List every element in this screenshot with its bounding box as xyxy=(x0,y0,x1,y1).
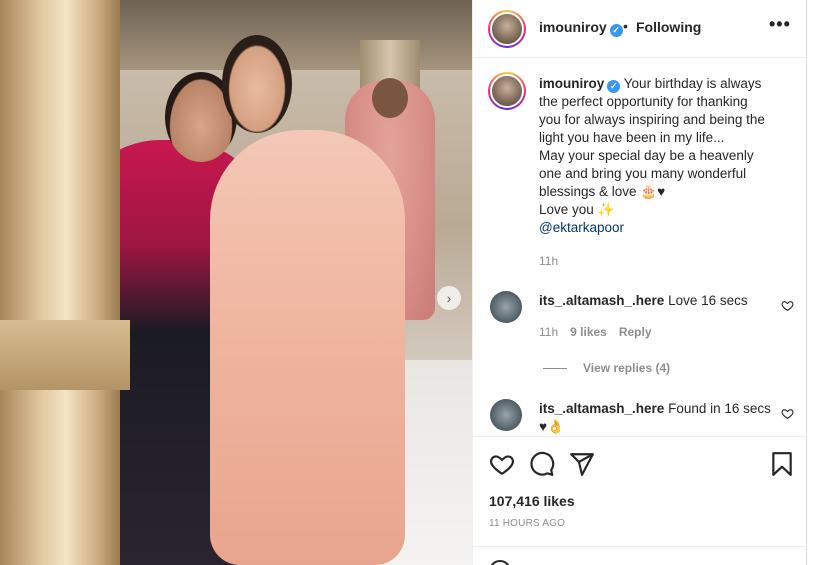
avatar[interactable] xyxy=(488,10,526,48)
photo-person-right-head xyxy=(222,35,292,133)
post-timestamp[interactable]: 11 HOURS AGO xyxy=(489,518,565,529)
comment-like-heart-icon[interactable] xyxy=(781,407,794,420)
comment-avatar[interactable] xyxy=(490,399,522,431)
comment-icon[interactable] xyxy=(529,451,555,477)
view-replies-button[interactable]: View replies (4) xyxy=(543,361,670,375)
comment-time[interactable]: 11h xyxy=(539,325,558,339)
caption-timestamp[interactable]: 11h xyxy=(539,254,558,268)
comment-avatar[interactable] xyxy=(490,291,522,323)
following-button[interactable]: Following xyxy=(636,19,701,35)
heart-icon[interactable] xyxy=(489,451,515,477)
comment-text: its_.altamash_.here Found in 16 secs ♥👌 xyxy=(539,401,771,434)
photo-person-right xyxy=(210,130,405,565)
caption-username[interactable]: imouniroy xyxy=(539,76,604,91)
caption-avatar[interactable] xyxy=(488,72,526,110)
more-options-icon[interactable]: ••• xyxy=(769,14,791,35)
caption-text: imouniroy ✓ Your birthday is always the p… xyxy=(539,76,765,235)
comment-reply-button[interactable]: Reply xyxy=(619,325,652,339)
comment-like-heart-icon[interactable] xyxy=(781,299,794,312)
verified-badge-icon: ✓ xyxy=(609,24,623,37)
photo-pillar-left xyxy=(0,0,120,565)
likes-count[interactable]: 107,416 likes xyxy=(489,493,575,509)
comment-username[interactable]: its_.altamash_.here xyxy=(539,401,664,416)
post-side-panel: imouniroy ✓ • Following ••• imouniroy ✓ Yo… xyxy=(472,0,808,565)
add-comment-bar xyxy=(473,546,808,565)
carousel-next-button[interactable]: › xyxy=(437,286,461,310)
header-separator: • xyxy=(623,18,628,34)
post-header: imouniroy ✓ • Following ••• xyxy=(473,0,808,58)
photo-person-background-head xyxy=(372,78,408,118)
caption-mention-link[interactable]: @ektarkapoor xyxy=(539,220,624,235)
comment-text: its_.altamash_.here Love 16 secs xyxy=(539,293,748,308)
bookmark-icon[interactable] xyxy=(769,451,795,477)
comment-likes-count[interactable]: 9 likes xyxy=(570,325,607,339)
photo-pillar-base xyxy=(0,320,130,390)
post-photo[interactable]: › xyxy=(0,0,472,565)
comment-meta: 11h 9 likes Reply xyxy=(539,325,652,339)
verified-badge-icon: ✓ xyxy=(607,80,621,93)
comment-username[interactable]: its_.altamash_.here xyxy=(539,293,664,308)
post-actions: 107,416 likes 11 HOURS AGO xyxy=(473,436,808,540)
comments-section[interactable]: imouniroy ✓ Your birthday is always the p… xyxy=(473,58,808,436)
view-replies-line xyxy=(543,368,567,370)
header-username[interactable]: imouniroy ✓ xyxy=(539,19,623,37)
paper-plane-icon[interactable] xyxy=(569,451,595,477)
emoji-icon[interactable] xyxy=(489,560,511,565)
